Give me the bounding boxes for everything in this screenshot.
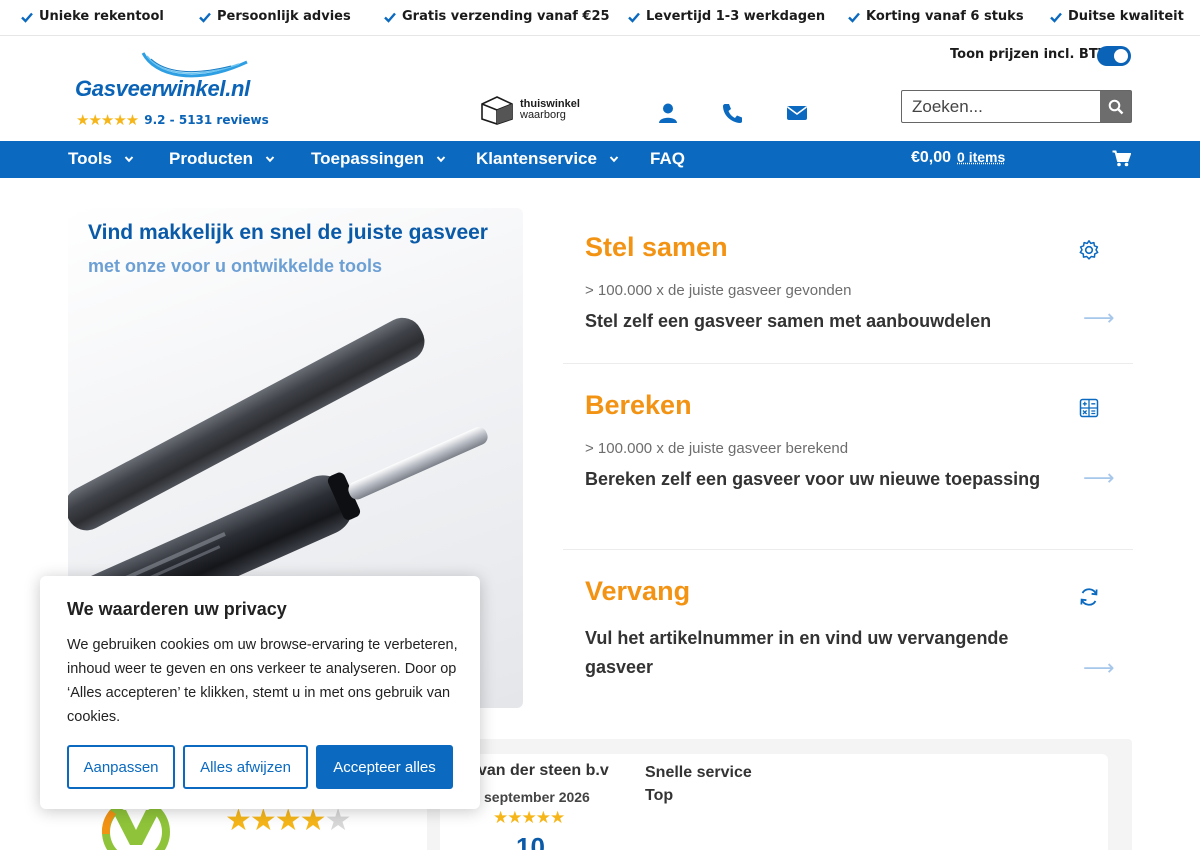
- cookie-banner: We waarderen uw privacy We gebruiken coo…: [40, 576, 480, 809]
- cookie-text: We gebruiken cookies om uw browse-ervari…: [67, 637, 458, 725]
- main-nav: Tools Producten Toepassingen Klantenserv…: [0, 141, 1200, 178]
- tool-stel-samen[interactable]: Stel samen > 100.000 x de juiste gasveer…: [563, 208, 1133, 364]
- nav-item-toepassingen[interactable]: Toepassingen: [311, 149, 446, 169]
- btw-label: Toon prijzen incl. BTW: [950, 47, 1113, 62]
- check-icon: [628, 12, 640, 23]
- check-icon: [848, 12, 860, 23]
- cookie-customize-button[interactable]: Aanpassen: [67, 745, 175, 789]
- review-text: Top: [645, 787, 674, 804]
- review-title: Snelle service: [645, 764, 752, 781]
- review-author: van der steen b.v: [478, 762, 609, 779]
- cart-items-count: 0 items: [957, 149, 1006, 165]
- btw-toggle[interactable]: [1097, 46, 1131, 66]
- rating-stars-icon: ★★★★★: [76, 111, 139, 129]
- rating-summary[interactable]: ★★★★★ 9.2 - 5131 reviews: [76, 111, 269, 129]
- usp-item: Korting vanaf 6 stuks: [847, 9, 1024, 24]
- usp-item: Duitse kwaliteit: [1049, 9, 1184, 24]
- chevron-down-icon: [609, 156, 619, 163]
- account-icon[interactable]: [657, 102, 679, 124]
- phone-icon[interactable]: [721, 102, 743, 124]
- mail-icon[interactable]: [786, 102, 808, 124]
- nav-item-klantenservice[interactable]: Klantenservice: [476, 149, 619, 169]
- check-icon: [1050, 12, 1062, 23]
- cookie-accept-button[interactable]: Accepteer alles: [316, 745, 453, 789]
- calculator-icon: [1079, 398, 1099, 418]
- tool-description: Stel zelf een gasveer samen met aanbouwd…: [585, 311, 992, 331]
- search-button[interactable]: [1100, 91, 1131, 122]
- usp-item: Persoonlijk advies: [198, 9, 351, 24]
- chevron-down-icon: [124, 156, 134, 163]
- search-box: [901, 90, 1132, 123]
- nav-item-tools[interactable]: Tools: [68, 149, 134, 169]
- tool-title: Vervang: [585, 576, 691, 606]
- review-date: september 2026: [484, 789, 590, 805]
- review-stars-icon: ★★★★★: [493, 808, 565, 828]
- cookie-title: We waarderen uw privacy: [67, 599, 287, 619]
- search-input[interactable]: [902, 91, 1101, 122]
- check-icon: [384, 12, 396, 23]
- tool-bereken[interactable]: Bereken > 100.000 x de juiste gasveer be…: [563, 364, 1133, 550]
- arrow-right-icon[interactable]: ⟶: [1083, 656, 1115, 681]
- arrow-right-icon[interactable]: ⟶: [1083, 306, 1115, 331]
- arrow-right-icon[interactable]: ⟶: [1083, 466, 1115, 491]
- cookie-reject-button[interactable]: Alles afwijzen: [183, 745, 308, 789]
- refresh-icon: [1080, 588, 1098, 606]
- tool-title: Bereken: [585, 390, 692, 420]
- site-logo[interactable]: Gasveerwinkel.nl: [75, 50, 275, 105]
- check-icon: [21, 12, 33, 23]
- tool-description: Vul het artikelnummer in en vind uw verv…: [585, 628, 1009, 677]
- review-score: 10: [516, 832, 545, 850]
- hero-title: Vind makkelijk en snel de juiste gasveer: [88, 221, 488, 244]
- tool-vervang[interactable]: Vervang Vul het artikelnummer in en vind…: [563, 550, 1133, 710]
- chevron-down-icon: [436, 156, 446, 163]
- usp-bar: Unieke rekentool Persoonlijk advies Grat…: [0, 0, 1200, 36]
- toggle-knob: [1114, 49, 1128, 63]
- thuiswinkel-badge[interactable]: thuiswinkel waarborg: [480, 95, 580, 125]
- tool-stat: > 100.000 x de juiste gasveer berekend: [585, 440, 849, 457]
- tool-description: Bereken zelf een gasveer voor uw nieuwe …: [585, 469, 1041, 489]
- usp-item: Levertijd 1-3 werkdagen: [627, 9, 825, 24]
- cart-summary[interactable]: €0,00 0 items: [911, 149, 1005, 167]
- tool-stat: > 100.000 x de juiste gasveer gevonden: [585, 282, 852, 299]
- cart-icon[interactable]: [1112, 150, 1131, 167]
- search-icon: [1108, 99, 1123, 114]
- usp-item: Unieke rekentool: [20, 9, 164, 24]
- check-icon: [199, 12, 211, 23]
- nav-item-faq[interactable]: FAQ: [650, 149, 685, 169]
- chevron-down-icon: [265, 156, 275, 163]
- usp-item: Gratis verzending vanaf €25: [383, 9, 610, 24]
- tool-title: Stel samen: [585, 232, 728, 262]
- waarborg-box-icon: [481, 96, 513, 125]
- gear-icon: [1079, 240, 1099, 260]
- nav-item-producten[interactable]: Producten: [169, 149, 275, 169]
- cart-total: €0,00: [911, 149, 952, 166]
- hero-subtitle: met onze voor u ontwikkelde tools: [88, 256, 383, 276]
